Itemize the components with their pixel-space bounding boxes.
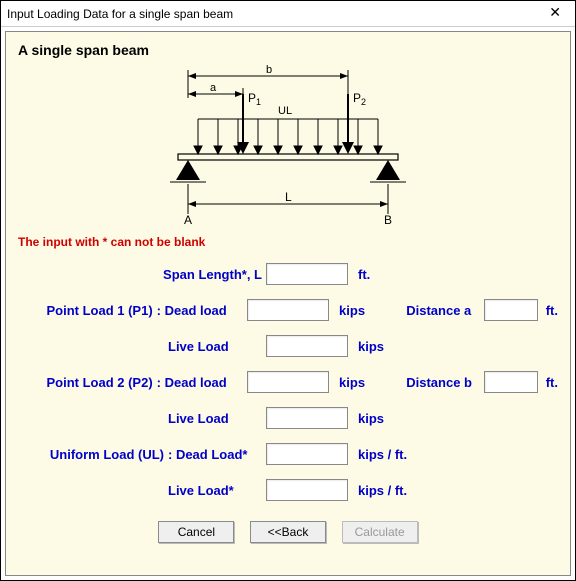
p2-dead-label: : Dead load — [157, 375, 247, 390]
p1-live-label: Live Load — [168, 339, 266, 354]
back-button[interactable]: <<Back — [250, 521, 326, 543]
p2-live-label: Live Load — [168, 411, 266, 426]
ul-live-unit: kips / ft. — [358, 483, 407, 498]
ul-dead-label: : Dead Load* — [168, 447, 266, 462]
cancel-button[interactable]: Cancel — [158, 521, 234, 543]
p1-live-unit: kips — [358, 339, 420, 354]
beam-diagram: b a P1 P2 UL L A B — [18, 64, 558, 229]
support-a-label: A — [184, 213, 192, 224]
close-icon[interactable]: ✕ — [543, 4, 567, 21]
support-b-label: B — [384, 213, 392, 224]
span-length-label: Span Length*, L — [18, 267, 266, 282]
p1-dead-label: : Dead load — [157, 303, 247, 318]
p1-live-input[interactable] — [266, 335, 348, 357]
required-warning: The input with * can not be blank — [18, 235, 558, 249]
ul-live-label: Live Load* — [168, 483, 266, 498]
ul-label: UL — [278, 105, 292, 117]
distance-a-input[interactable] — [484, 299, 538, 321]
p2-live-unit: kips — [358, 411, 420, 426]
page-heading: A single span beam — [18, 42, 558, 58]
content-panel: A single span beam — [5, 31, 571, 576]
distance-b-input[interactable] — [484, 371, 538, 393]
span-length-input[interactable] — [266, 263, 348, 285]
p2-live-input[interactable] — [266, 407, 348, 429]
p2-group-label: Point Load 2 (P2) — [18, 375, 157, 390]
p2-dead-unit: kips — [339, 375, 396, 390]
window-frame: Input Loading Data for a single span bea… — [0, 0, 576, 581]
distance-b-unit: ft. — [546, 375, 558, 390]
span-length-unit: ft. — [358, 267, 420, 282]
form: Span Length*, L ft. Point Load 1 (P1) : … — [18, 261, 558, 543]
calculate-button[interactable]: Calculate — [342, 521, 418, 543]
ul-dead-input[interactable] — [266, 443, 348, 465]
distance-a-unit: ft. — [546, 303, 558, 318]
distance-b-label: Distance b — [406, 375, 483, 390]
titlebar: Input Loading Data for a single span bea… — [1, 1, 575, 27]
p1-dead-unit: kips — [339, 303, 396, 318]
p2-dead-input[interactable] — [247, 371, 329, 393]
p2-label: P2 — [353, 91, 366, 107]
dim-l-label: L — [285, 190, 292, 204]
ul-live-input[interactable] — [266, 479, 348, 501]
dim-a-label: a — [210, 82, 217, 94]
window-title: Input Loading Data for a single span bea… — [7, 7, 233, 21]
p1-dead-input[interactable] — [247, 299, 329, 321]
ul-dead-unit: kips / ft. — [358, 447, 407, 462]
p1-group-label: Point Load 1 (P1) — [18, 303, 157, 318]
distance-a-label: Distance a — [406, 303, 483, 318]
dim-b-label: b — [266, 64, 272, 76]
p1-label: P1 — [248, 91, 261, 107]
ul-group-label: Uniform Load (UL) — [18, 447, 168, 462]
button-row: Cancel <<Back Calculate — [18, 521, 558, 543]
